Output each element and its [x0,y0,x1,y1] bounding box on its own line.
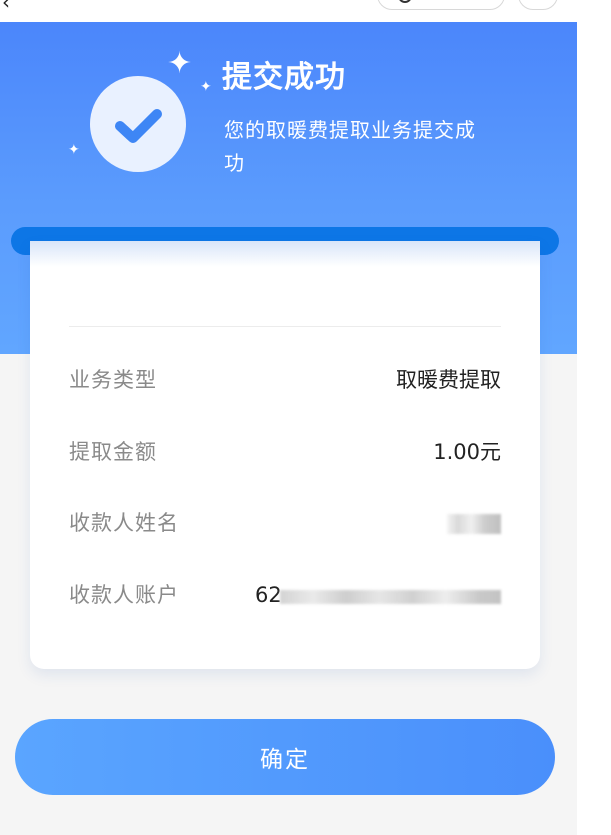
check-circle-icon [90,76,186,172]
divider [69,326,501,327]
mini-program-capsule[interactable] [377,0,505,10]
capsule-record-icon[interactable] [398,0,412,3]
detail-value: 取暖费提取 [396,368,501,392]
confirm-button[interactable]: 确定 [15,719,555,795]
detail-row-business-type: 业务类型 取暖费提取 [69,365,501,395]
sparkle-icon: ✦ [68,142,80,158]
sparkle-icon: ✦ [167,46,193,81]
receipt-card: 业务类型 取暖费提取 提取金额 1.00元 收款人姓名 收款人账户 62 [30,241,540,669]
detail-label: 提取金额 [69,440,157,464]
detail-row-payee-name: 收款人姓名 [69,508,501,538]
detail-row-amount: 提取金额 1.00元 [69,437,501,467]
detail-value: 1.00元 [433,440,501,464]
sparkle-icon: ✦ [200,79,212,95]
redacted-payee-name [447,514,501,534]
checkmark-icon [115,109,162,143]
app-screen: ‹ ✦ ✦ ✦ 提交成功 您的取暖费提取业务提交成功 业务类型 取暖费提取 提取… [0,0,577,835]
redacted-account-number [280,590,501,604]
detail-row-payee-account: 收款人账户 62 [69,580,501,610]
nav-bar: ‹ [0,0,577,22]
card-shadow [30,241,540,267]
back-icon[interactable]: ‹ [2,0,24,13]
detail-value: 62 [255,583,282,607]
detail-label: 收款人姓名 [69,511,179,535]
detail-label: 业务类型 [69,368,157,392]
close-circle-icon[interactable] [518,0,558,10]
detail-label: 收款人账户 [69,583,179,607]
success-title: 提交成功 [222,60,346,95]
success-subtitle: 您的取暖费提取业务提交成功 [224,118,476,175]
